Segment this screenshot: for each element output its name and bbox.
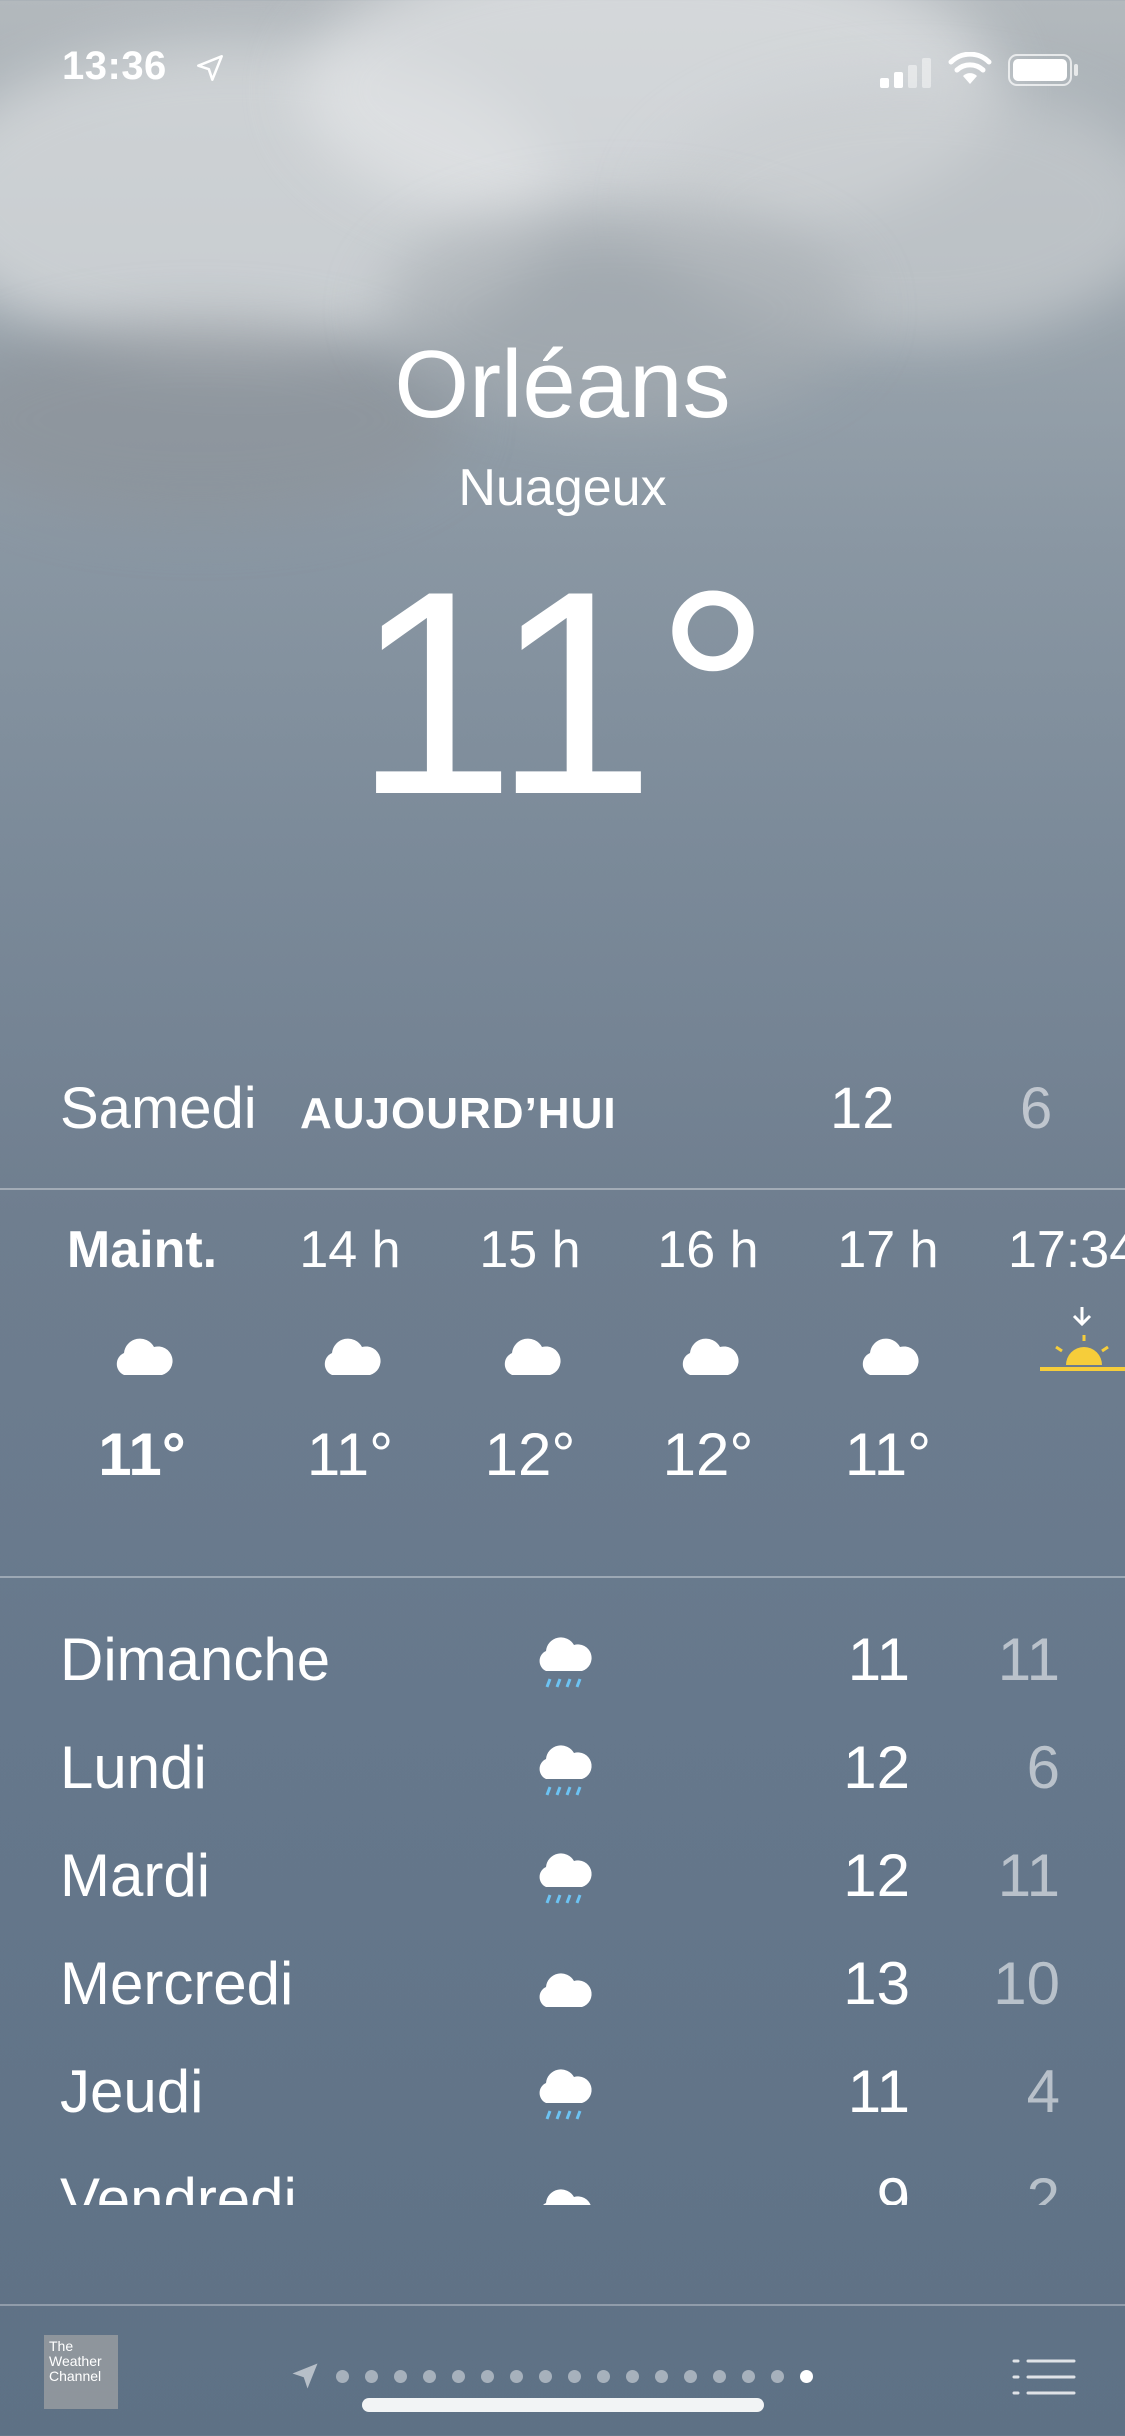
day-name: Mercredi — [60, 1950, 294, 2017]
hour-label: 17:34 — [1008, 1221, 1125, 1279]
page-dot[interactable] — [655, 2369, 668, 2383]
day-low: 2 — [1026, 2166, 1060, 2205]
hour-item: 16 h 12° — [618, 1215, 798, 1495]
day-high: 9 — [876, 2166, 910, 2205]
day-name: Jeudi — [60, 2058, 204, 2125]
page-dot[interactable] — [394, 2369, 407, 2383]
page-dot[interactable] — [510, 2369, 523, 2383]
page-dot[interactable] — [626, 2369, 639, 2383]
day-high: 11 — [847, 2058, 910, 2125]
day-name: Vendredi — [60, 2166, 297, 2205]
rain-cloud-icon — [539, 1637, 592, 1688]
status-bar: 13:36 — [0, 44, 1125, 104]
hour-temp: 11° — [98, 1421, 186, 1488]
list-item: Vendredi 9 2 — [0, 2165, 1125, 2205]
city-list-icon[interactable] — [1010, 2355, 1078, 2399]
day-low: 6 — [1026, 1734, 1060, 1801]
page-dot[interactable] — [423, 2369, 436, 2383]
cloud-icon — [260, 1285, 440, 1415]
weather-condition: Nuageux — [458, 459, 667, 517]
page-indicator[interactable] — [290, 2361, 813, 2391]
page-dot[interactable] — [742, 2369, 755, 2383]
home-indicator[interactable] — [362, 2398, 764, 2412]
cloud-icon — [618, 1285, 798, 1415]
hour-label: 16 h — [657, 1221, 759, 1279]
hour-item: 17 h 11° — [798, 1215, 978, 1495]
list-item: Jeudi 11 4 — [0, 2057, 1125, 2147]
day-low: 11 — [997, 1626, 1060, 1693]
day-low: 11 — [997, 1842, 1060, 1909]
divider — [0, 1188, 1125, 1190]
hour-temp: 12° — [484, 1421, 576, 1488]
list-item: Mardi 12 11 — [0, 1841, 1125, 1931]
day-high: 12 — [843, 1842, 910, 1909]
bottom-toolbar: The Weather Channel — [0, 2305, 1125, 2436]
page-dot[interactable] — [800, 2369, 813, 2383]
cloud-icon — [52, 1285, 232, 1415]
today-day: Samedi — [60, 1076, 257, 1141]
page-dot[interactable] — [481, 2369, 494, 2383]
hourly-forecast[interactable]: Maint. 11° 14 h 11° 15 h 12° 16 h 12° 17… — [0, 1215, 1125, 1555]
page-dot[interactable] — [365, 2369, 378, 2383]
page-dot[interactable] — [684, 2369, 697, 2383]
hour-temp: 12° — [662, 1421, 754, 1488]
page-dot[interactable] — [336, 2369, 349, 2383]
day-name: Lundi — [60, 1734, 207, 1801]
rain-cloud-icon — [539, 1745, 592, 1796]
page-dot[interactable] — [568, 2369, 581, 2383]
hour-item: 17:34 — [1008, 1215, 1125, 1495]
cloud-icon — [440, 1285, 620, 1415]
hour-label: 14 h — [299, 1221, 401, 1279]
list-item: Mercredi 13 10 — [0, 1949, 1125, 2039]
wifi-icon — [948, 52, 992, 84]
current-temperature: 11° — [353, 531, 772, 855]
day-high: 12 — [843, 1734, 910, 1801]
page-dot[interactable] — [771, 2369, 784, 2383]
page-dot[interactable] — [539, 2369, 552, 2383]
hour-label: 17 h — [837, 1221, 939, 1279]
list-item: Lundi 12 6 — [0, 1733, 1125, 1823]
day-low: 10 — [993, 1950, 1060, 2017]
rain-cloud-icon — [539, 2069, 592, 2120]
today-tag: AUJOURD’HUI — [300, 1089, 617, 1138]
day-name: Dimanche — [60, 1626, 331, 1693]
cloud-icon — [798, 1285, 978, 1415]
page-dot[interactable] — [713, 2369, 726, 2383]
hour-temp: 11° — [844, 1421, 932, 1488]
rain-cloud-icon — [539, 1853, 592, 1904]
location-arrow-icon — [292, 2363, 318, 2389]
today-summary-row: Samedi AUJOURD’HUI 12 6 — [0, 1075, 1125, 1145]
today-low: 6 — [1020, 1076, 1053, 1141]
hour-temp — [1008, 1415, 1125, 1495]
day-high: 13 — [843, 1950, 910, 2017]
page-dot[interactable] — [597, 2369, 610, 2383]
city-name: Orléans — [394, 331, 731, 438]
cloud-icon — [539, 1973, 592, 2007]
page-dot[interactable] — [452, 2369, 465, 2383]
location-arrow-icon — [197, 55, 223, 81]
day-high: 11 — [847, 1626, 910, 1693]
status-time: 13:36 — [62, 44, 167, 88]
battery-icon — [1008, 54, 1078, 86]
day-low: 4 — [1026, 2058, 1060, 2125]
cellular-signal-icon — [880, 58, 931, 88]
list-item: Dimanche 11 11 — [0, 1625, 1125, 1715]
hour-label: 15 h — [479, 1221, 581, 1279]
hour-temp: 11° — [306, 1421, 394, 1488]
cloud-icon — [543, 2189, 591, 2205]
weather-channel-logo[interactable]: The Weather Channel — [44, 2335, 118, 2409]
daily-forecast[interactable]: Dimanche 11 11 Lundi 12 6 Mardi 12 11 Me… — [0, 1625, 1125, 2205]
divider — [0, 1576, 1125, 1578]
hour-item: 15 h 12° — [440, 1215, 620, 1495]
hour-label: Maint. — [66, 1221, 218, 1279]
today-high: 12 — [830, 1076, 895, 1141]
hour-item: 14 h 11° — [260, 1215, 440, 1495]
hour-item: Maint. 11° — [52, 1215, 232, 1495]
sunset-icon — [1008, 1285, 1125, 1415]
day-name: Mardi — [60, 1842, 211, 1909]
